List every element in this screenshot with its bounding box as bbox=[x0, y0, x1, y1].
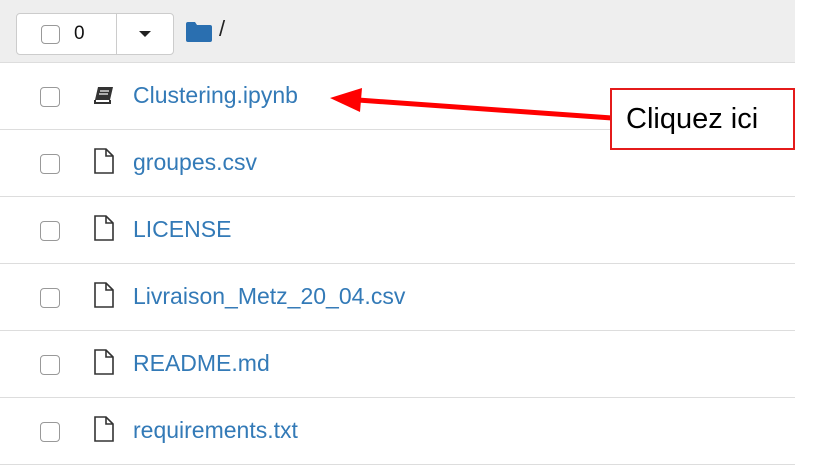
file-link[interactable]: groupes.csv bbox=[133, 149, 257, 176]
file-icon bbox=[94, 282, 114, 308]
file-row[interactable]: LICENSE bbox=[0, 197, 795, 264]
file-row[interactable]: Livraison_Metz_20_04.csv bbox=[0, 264, 795, 331]
annotation-callout: Cliquez ici bbox=[610, 88, 795, 150]
breadcrumb-root[interactable]: / bbox=[219, 16, 225, 42]
row-checkbox[interactable] bbox=[40, 221, 60, 241]
annotation-text: Cliquez ici bbox=[626, 102, 759, 135]
file-link[interactable]: README.md bbox=[133, 350, 270, 377]
file-icon bbox=[94, 416, 114, 442]
notebook-icon bbox=[94, 87, 113, 104]
row-checkbox[interactable] bbox=[40, 288, 60, 308]
row-checkbox[interactable] bbox=[40, 154, 60, 174]
file-link[interactable]: LICENSE bbox=[133, 216, 231, 243]
select-all-toggle[interactable]: 0 bbox=[17, 14, 117, 54]
select-all-checkbox[interactable] bbox=[41, 24, 60, 44]
select-dropdown-button[interactable] bbox=[117, 14, 173, 54]
file-link[interactable]: Clustering.ipynb bbox=[133, 82, 298, 109]
file-link[interactable]: Livraison_Metz_20_04.csv bbox=[133, 283, 405, 310]
file-icon bbox=[94, 215, 114, 241]
select-all-button-group[interactable]: 0 bbox=[16, 13, 174, 55]
caret-down-icon bbox=[139, 31, 151, 37]
file-row[interactable]: README.md bbox=[0, 331, 795, 398]
file-icon bbox=[94, 349, 114, 375]
file-list-header: 0 / bbox=[0, 0, 795, 63]
row-checkbox[interactable] bbox=[40, 87, 60, 107]
file-icon bbox=[94, 148, 114, 174]
file-link[interactable]: requirements.txt bbox=[133, 417, 298, 444]
selected-count: 0 bbox=[74, 23, 85, 44]
row-checkbox[interactable] bbox=[40, 422, 60, 442]
folder-icon[interactable] bbox=[186, 22, 212, 42]
file-row[interactable]: requirements.txt bbox=[0, 398, 795, 465]
row-checkbox[interactable] bbox=[40, 355, 60, 375]
